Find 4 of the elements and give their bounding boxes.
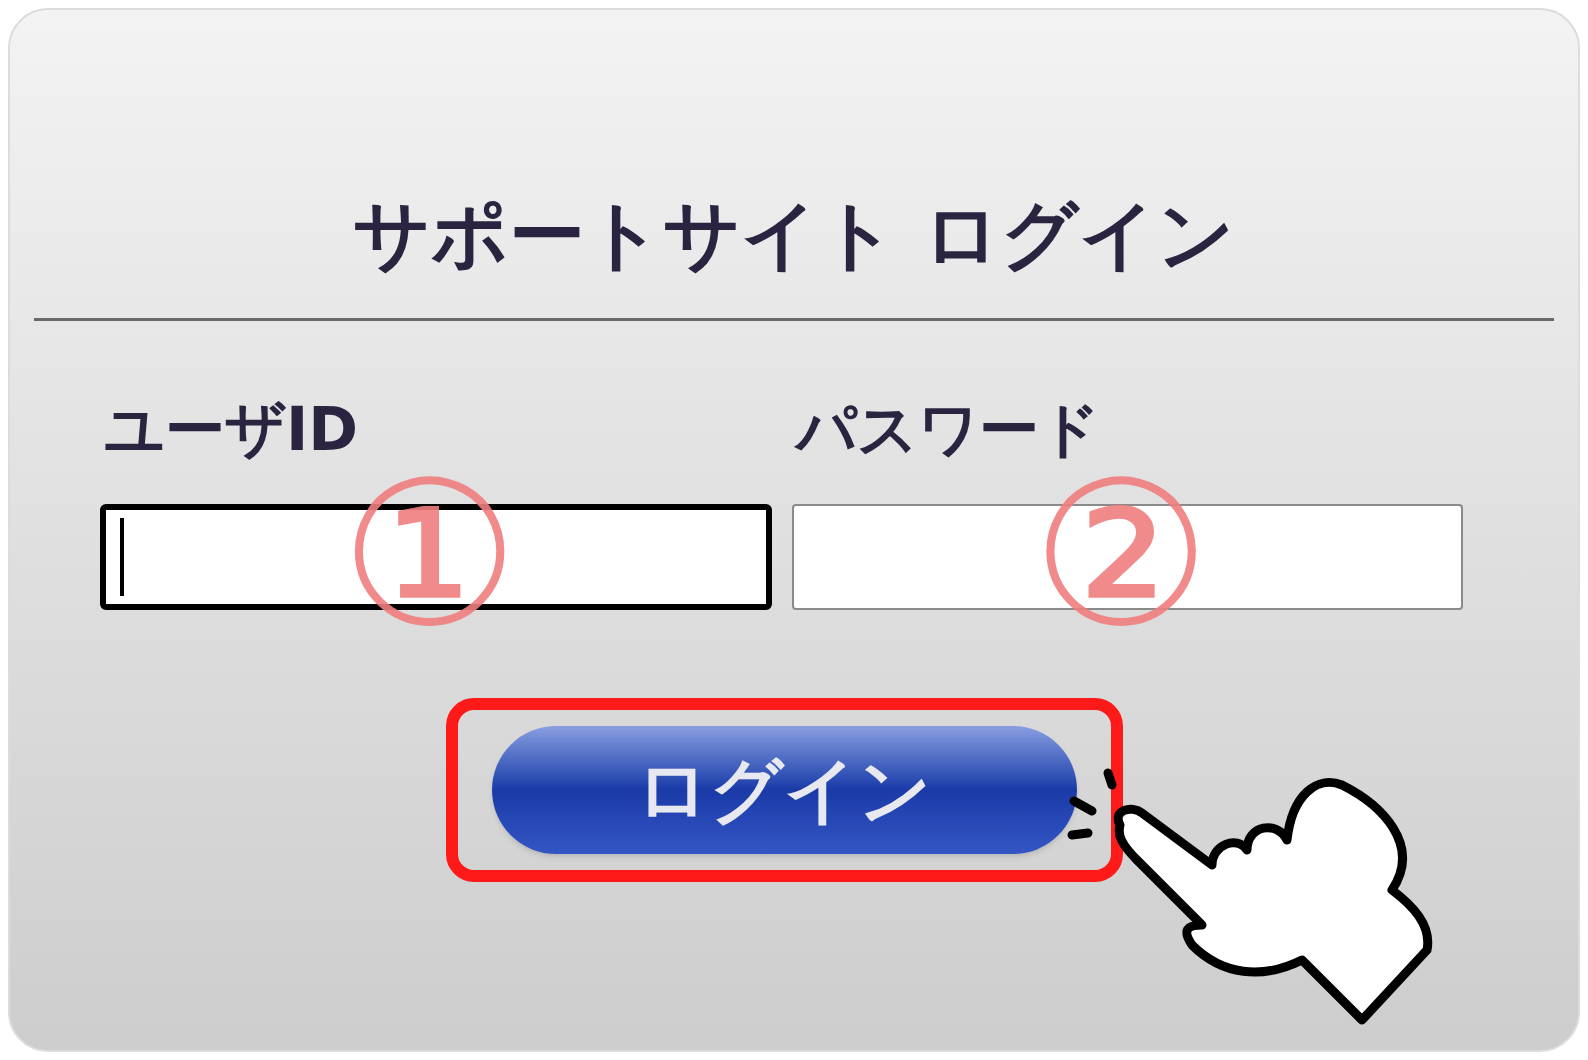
field-label: パスワード bbox=[795, 393, 1101, 459]
login-button[interactable]: ログイン bbox=[491, 726, 1077, 854]
field-label: ユーザID bbox=[104, 393, 360, 459]
panel-title: サポートサイト ログイン bbox=[351, 189, 1237, 281]
